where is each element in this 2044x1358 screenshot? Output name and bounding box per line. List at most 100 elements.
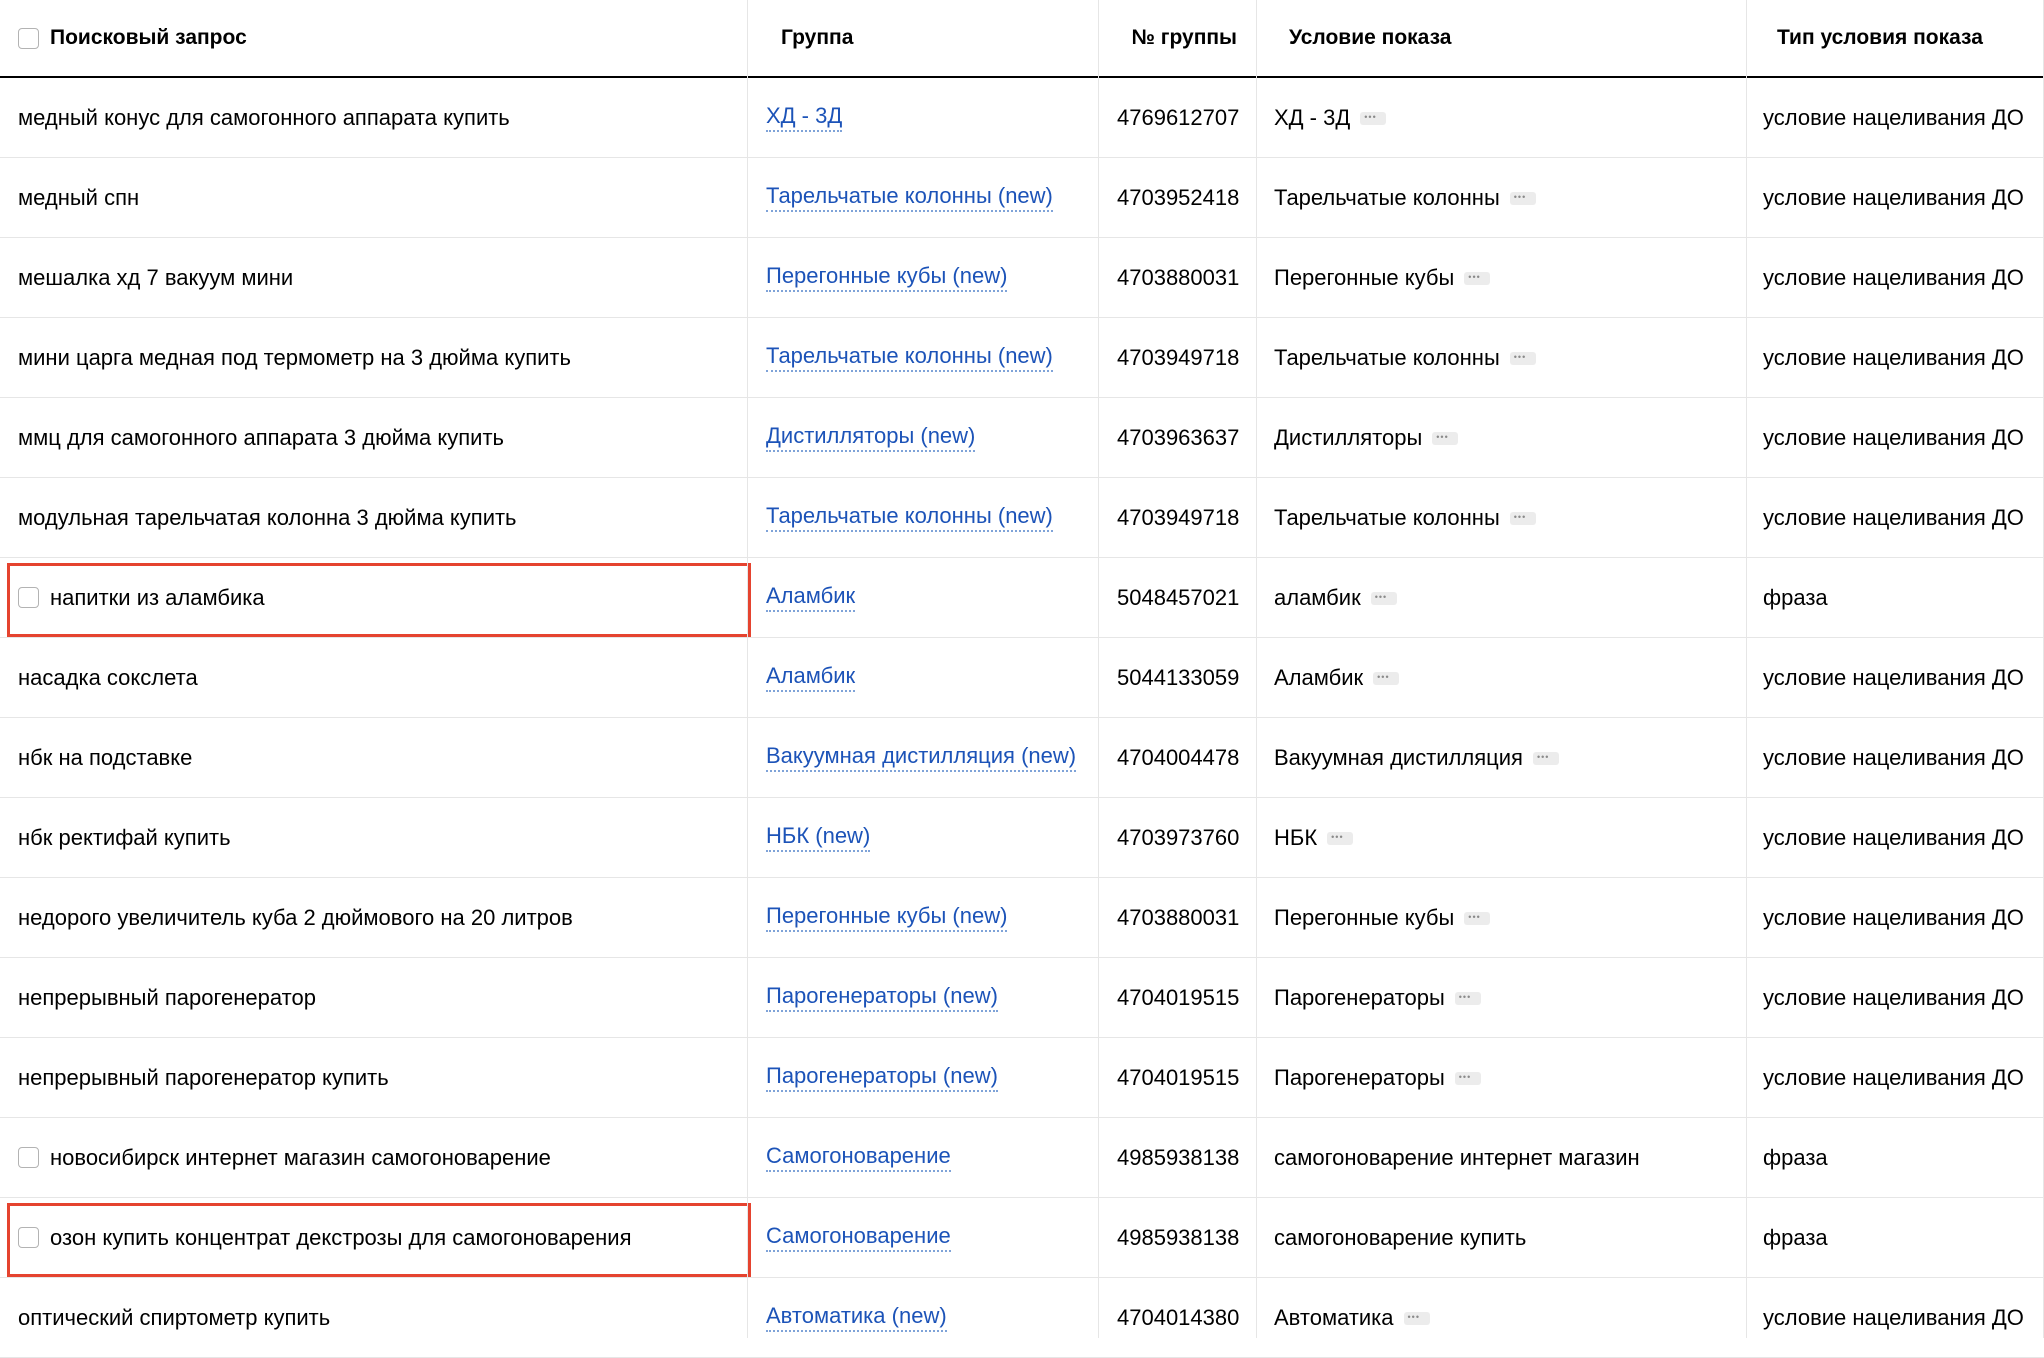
cell-group-number: 4985938138: [1117, 1144, 1240, 1170]
cell-condition-type: условие нацеливания ДО: [1763, 984, 2024, 1010]
column-divider: [1256, 0, 1257, 1338]
cell-condition-type: фраза: [1763, 1144, 1828, 1170]
more-options-icon[interactable]: [1454, 1071, 1481, 1085]
group-link[interactable]: Тарельчатые колонны (new): [766, 343, 1053, 372]
cell-group: Тарельчатые колонны (new): [748, 318, 1098, 397]
condition-text: Вакуумная дистилляция: [1274, 744, 1523, 770]
cell-group-number: 4703949718: [1117, 504, 1240, 530]
select-all-checkbox[interactable]: [18, 27, 39, 49]
more-options-icon[interactable]: [1360, 111, 1387, 125]
cell-query: нбк на подставке: [0, 718, 747, 797]
more-options-icon[interactable]: [1373, 671, 1400, 685]
more-options-icon[interactable]: [1464, 271, 1491, 285]
condition-text: Автоматика: [1274, 1304, 1394, 1330]
table-row: насадка сокслета Аламбик 5044133059 Аламбик…: [0, 638, 2044, 718]
cell-query: напитки из аламбика: [0, 558, 747, 637]
cell-group: Перегонные кубы (new): [748, 238, 1098, 317]
cell-group: Самогоноварение: [748, 1118, 1098, 1197]
table-row: медный спн Тарельчатые колонны (new) 47039…: [0, 158, 2044, 238]
table-row: непрерывный парогенератор купить Парогене…: [0, 1038, 2044, 1118]
group-link[interactable]: Парогенераторы (new): [766, 983, 998, 1012]
group-link[interactable]: Автоматика (new): [766, 1303, 947, 1332]
query-text: оптический спиртометр купить: [18, 1304, 331, 1330]
group-link[interactable]: Парогенераторы (new): [766, 1063, 998, 1092]
group-link[interactable]: Тарельчатые колонны (new): [766, 183, 1053, 212]
more-options-icon[interactable]: [1509, 351, 1536, 365]
row-checkbox[interactable]: [18, 1147, 39, 1168]
table-row: медный конус для самогонного аппарата ку…: [0, 78, 2044, 158]
query-text: модульная тарельчатая колонна 3 дюйма ку…: [18, 504, 517, 530]
cell-group: Аламбик: [748, 638, 1098, 717]
cell-condition-type: условие нацеливания ДО: [1763, 1304, 2024, 1330]
header-condition-type[interactable]: Тип условия показа: [1747, 0, 2044, 76]
cell-query: мешалка хд 7 вакуум мини: [0, 238, 747, 317]
query-text: непрерывный парогенератор: [18, 984, 316, 1010]
condition-text: ХД - 3Д: [1274, 104, 1351, 130]
more-options-icon[interactable]: [1454, 991, 1481, 1005]
more-options-icon[interactable]: [1464, 911, 1491, 925]
group-link[interactable]: ХД - 3Д: [766, 103, 843, 132]
more-options-icon[interactable]: [1327, 831, 1354, 845]
table-row: нбк на подставке Вакуумная дистилляция (n…: [0, 718, 2044, 798]
header-query-label: Поисковый запрос: [50, 26, 247, 49]
group-link[interactable]: Перегонные кубы (new): [766, 903, 1008, 932]
query-text: недорого увеличитель куба 2 дюймового на…: [18, 904, 573, 930]
cell-group-number: 4985938138: [1117, 1224, 1240, 1250]
cell-group: Дистилляторы (new): [748, 398, 1098, 477]
cell-group-number: 4703949718: [1117, 344, 1240, 370]
query-text: напитки из аламбика: [50, 584, 265, 610]
cell-group: ХД - 3Д: [748, 78, 1098, 157]
query-text: ммц для самогонного аппарата 3 дюйма куп…: [18, 424, 504, 450]
cell-group-number: 4703963637: [1117, 424, 1240, 450]
group-link[interactable]: НБК (new): [766, 823, 871, 852]
cell-condition: Автоматика: [1257, 1278, 1746, 1357]
more-options-icon[interactable]: [1432, 431, 1459, 445]
cell-condition-type: условие нацеливания ДО: [1763, 664, 2024, 690]
more-options-icon[interactable]: [1370, 591, 1397, 605]
group-link[interactable]: Дистилляторы (new): [766, 423, 976, 452]
group-link[interactable]: Тарельчатые колонны (new): [766, 503, 1053, 532]
row-checkbox[interactable]: [18, 587, 39, 608]
cell-condition: Вакуумная дистилляция: [1257, 718, 1746, 797]
group-link[interactable]: Перегонные кубы (new): [766, 263, 1008, 292]
cell-group-number: 4703973760: [1117, 824, 1240, 850]
more-options-icon[interactable]: [1509, 511, 1536, 525]
row-checkbox[interactable]: [18, 1227, 39, 1248]
cell-query: новосибирск интернет магазин самогоновар…: [0, 1118, 747, 1197]
query-text: новосибирск интернет магазин самогоновар…: [50, 1144, 551, 1170]
cell-condition-type: условие нацеливания ДО: [1763, 424, 2024, 450]
condition-text: Перегонные кубы: [1274, 904, 1455, 930]
header-group[interactable]: Группа: [748, 0, 1098, 76]
table-row: непрерывный парогенератор Парогенераторы …: [0, 958, 2044, 1038]
table-row: нбк ректифай купить НБК (new) 4703973760 НБ…: [0, 798, 2044, 878]
table-row: озон купить концентрат декстрозы для сам…: [0, 1198, 2044, 1278]
table-row: мини царга медная под термометр на 3 дюй…: [0, 318, 2044, 398]
query-text: нбк на подставке: [18, 744, 193, 770]
cell-condition-type: условие нацеливания ДО: [1763, 904, 2024, 930]
cell-group-number: 4703952418: [1117, 184, 1240, 210]
query-text: озон купить концентрат декстрозы для сам…: [50, 1224, 632, 1250]
header-condition[interactable]: Условие показа: [1257, 0, 1746, 76]
cell-condition: Перегонные кубы: [1257, 238, 1746, 317]
group-link[interactable]: Аламбик: [766, 663, 856, 692]
cell-query: мини царга медная под термометр на 3 дюй…: [0, 318, 747, 397]
query-text: мешалка хд 7 вакуум мини: [18, 264, 294, 290]
group-link[interactable]: Самогоноварение: [766, 1223, 951, 1252]
search-queries-table: Поисковый запрос Группа № группы Условие…: [0, 0, 2044, 1358]
condition-text: Тарельчатые колонны: [1274, 344, 1500, 370]
condition-text: Аламбик: [1274, 664, 1364, 690]
column-divider: [1098, 0, 1099, 1338]
group-link[interactable]: Самогоноварение: [766, 1143, 951, 1172]
cell-condition: Тарельчатые колонны: [1257, 318, 1746, 397]
more-options-icon[interactable]: [1532, 751, 1559, 765]
cell-condition-type: условие нацеливания ДО: [1763, 744, 2024, 770]
more-options-icon[interactable]: [1509, 191, 1536, 205]
group-link[interactable]: Аламбик: [766, 583, 856, 612]
query-text: насадка сокслета: [18, 664, 198, 690]
condition-text: Парогенераторы: [1274, 984, 1445, 1010]
group-link[interactable]: Вакуумная дистилляция (new): [766, 743, 1077, 772]
more-options-icon[interactable]: [1403, 1311, 1430, 1325]
cell-group-number: 4704004478: [1117, 744, 1240, 770]
header-group-number[interactable]: № группы: [1099, 0, 1256, 76]
cell-condition: аламбик: [1257, 558, 1746, 637]
